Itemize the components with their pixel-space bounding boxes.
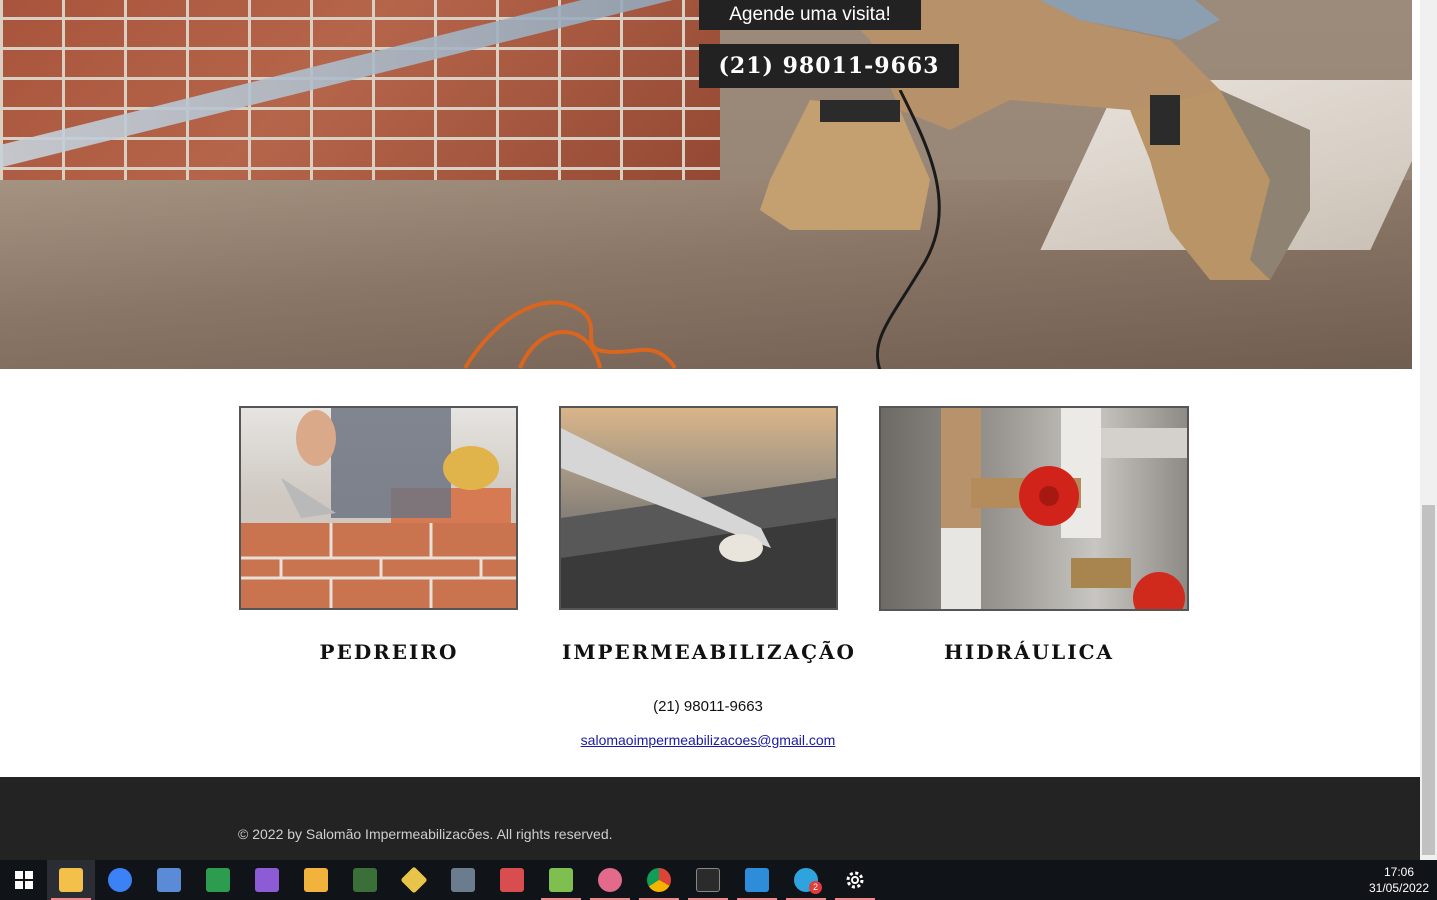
chrome-icon xyxy=(647,868,671,892)
taskbar-outlook[interactable] xyxy=(292,860,340,900)
hidraulica-image[interactable] xyxy=(879,406,1189,611)
taskbar-visual-studio[interactable] xyxy=(243,860,291,900)
taskbar-notepad-plus[interactable] xyxy=(537,860,585,900)
taskbar-file-explorer[interactable] xyxy=(47,860,95,900)
orange-cable xyxy=(463,300,677,369)
taskbar-terminal[interactable] xyxy=(684,860,732,900)
monitor-icon xyxy=(157,868,181,892)
service-title-pedreiro: PEDREIRO xyxy=(319,640,459,664)
palette-icon xyxy=(598,868,622,892)
service-title-hidraulica: HIDRÁULICA xyxy=(943,640,1115,664)
visual-studio-icon xyxy=(255,868,279,892)
taskbar-git[interactable] xyxy=(390,860,438,900)
schedule-visit-button[interactable]: Agende uma visita! xyxy=(699,0,921,30)
windows-logo-icon xyxy=(15,871,33,889)
taskbar-image-viewer[interactable] xyxy=(439,860,487,900)
taskbar-snipping-tool[interactable] xyxy=(488,860,536,900)
impermeabilizacao-image[interactable] xyxy=(559,406,838,610)
site-footer: © 2022 by Salomão Impermeabilizacões. Al… xyxy=(0,777,1420,860)
lock-screen-icon xyxy=(353,868,377,892)
contact-email-link[interactable]: salomaoimpermeabilizacoes@gmail.com xyxy=(558,732,858,748)
git-icon xyxy=(400,866,428,894)
mail-icon xyxy=(304,868,328,892)
vscode-icon xyxy=(745,868,769,892)
gear-icon xyxy=(846,871,864,889)
notepad-icon xyxy=(549,868,573,892)
taskbar-vscode[interactable] xyxy=(733,860,781,900)
image-icon xyxy=(451,868,475,892)
taskbar-remote-desktop[interactable] xyxy=(145,860,193,900)
pedreiro-image[interactable] xyxy=(239,406,518,610)
telegram-badge: 2 xyxy=(809,881,822,894)
contact-phone: (21) 98011-9663 xyxy=(653,698,763,715)
firefox-icon xyxy=(108,868,132,892)
windows-taskbar: 2 xyxy=(0,860,1437,900)
clock-date: 31/05/2022 xyxy=(1368,881,1430,895)
system-clock[interactable]: 17:06 31/05/2022 xyxy=(1367,864,1431,896)
scissors-icon xyxy=(500,868,524,892)
taskbar-firefox[interactable] xyxy=(96,860,144,900)
page: Agende uma visita! (21) 98011-9663 PEDRE… xyxy=(0,0,1437,900)
footer-copyright: © 2022 by Salomão Impermeabilizacões. Al… xyxy=(238,826,613,842)
taskbar-paint[interactable] xyxy=(586,860,634,900)
terminal-icon xyxy=(696,868,720,892)
taskbar-chrome[interactable] xyxy=(635,860,683,900)
page-scrollbar-thumb[interactable] xyxy=(1422,505,1435,855)
taskbar-settings[interactable] xyxy=(831,860,879,900)
taskbar-telegram[interactable]: 2 xyxy=(782,860,830,900)
csharp-icon xyxy=(206,868,230,892)
folder-icon xyxy=(59,868,83,892)
service-title-impermeabilizacao: IMPERMEABILIZAÇÃO xyxy=(562,640,856,664)
windows-start-button[interactable] xyxy=(0,860,48,900)
black-cable xyxy=(875,90,941,369)
hero-phone-button[interactable]: (21) 98011-9663 xyxy=(699,44,959,88)
taskbar-csharp-app[interactable] xyxy=(194,860,242,900)
taskbar-teams[interactable] xyxy=(341,860,389,900)
clock-time: 17:06 xyxy=(1383,865,1415,879)
